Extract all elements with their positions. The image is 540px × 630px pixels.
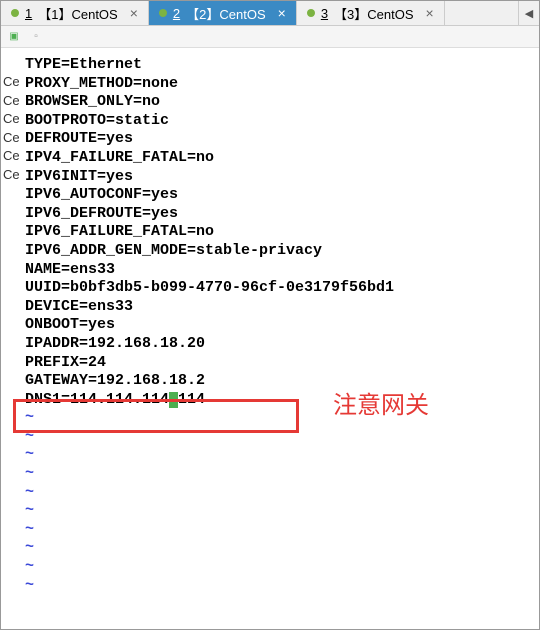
tab-scroll-left-icon[interactable]: ◀	[519, 1, 539, 25]
vim-tilde: ~	[25, 484, 537, 503]
config-line: PROXY_METHOD=none	[25, 75, 537, 94]
gutter-labels: Ce Ce Ce Ce Ce Ce	[1, 73, 20, 185]
tab-2[interactable]: 2 【2】CentOS ×	[149, 1, 297, 25]
config-line-cursor: DNS1=114.114.114.114	[25, 391, 537, 410]
vim-tilde: ~	[25, 539, 537, 558]
config-line: PREFIX=24	[25, 354, 537, 373]
close-icon[interactable]: ×	[426, 5, 434, 21]
status-dot-icon	[11, 9, 19, 17]
toolbar-icon[interactable]: ▫	[27, 28, 45, 46]
config-line: IPV6INIT=yes	[25, 168, 537, 187]
tab-label: 【3】CentOS	[334, 4, 413, 23]
config-line: IPADDR=192.168.18.20	[25, 335, 537, 354]
tab-3[interactable]: 3 【3】CentOS ×	[297, 1, 445, 25]
gutter-label: Ce	[1, 73, 20, 92]
toolbar-folder-icon[interactable]: ▣	[5, 28, 23, 46]
close-icon[interactable]: ×	[130, 5, 138, 21]
tab-label: 【1】CentOS	[38, 4, 117, 23]
vim-tilde: ~	[25, 465, 537, 484]
tab-1[interactable]: 1 【1】CentOS ×	[1, 1, 149, 25]
config-line: IPV6_DEFROUTE=yes	[25, 205, 537, 224]
gutter-label: Ce	[1, 129, 20, 148]
config-line: TYPE=Ethernet	[25, 56, 537, 75]
config-line: UUID=b0bf3db5-b099-4770-96cf-0e3179f56bd…	[25, 279, 537, 298]
config-line: DEFROUTE=yes	[25, 130, 537, 149]
toolbar: ▣ ▫	[1, 26, 539, 48]
vim-tilde: ~	[25, 409, 537, 428]
annotation-text: 注意网关	[333, 385, 429, 420]
config-line: ONBOOT=yes	[25, 316, 537, 335]
config-line: IPV6_ADDR_GEN_MODE=stable-privacy	[25, 242, 537, 261]
vim-tilde: ~	[25, 558, 537, 577]
config-line: IPV6_FAILURE_FATAL=no	[25, 223, 537, 242]
vim-tilde: ~	[25, 502, 537, 521]
close-icon[interactable]: ×	[278, 5, 286, 21]
vim-tilde: ~	[25, 521, 537, 540]
gutter-label: Ce	[1, 147, 20, 166]
status-dot-icon	[307, 9, 315, 17]
config-line: IPV4_FAILURE_FATAL=no	[25, 149, 537, 168]
tab-num: 3	[321, 6, 328, 21]
tab-label: 【2】CentOS	[186, 4, 265, 23]
config-line: DEVICE=ens33	[25, 298, 537, 317]
vim-tilde: ~	[25, 446, 537, 465]
tab-num: 2	[173, 6, 180, 21]
config-line: NAME=ens33	[25, 261, 537, 280]
config-line-gateway: GATEWAY=192.168.18.2	[25, 372, 537, 391]
gutter-label: Ce	[1, 110, 20, 129]
vim-tilde: ~	[25, 577, 537, 596]
config-line: BROWSER_ONLY=no	[25, 93, 537, 112]
cursor-icon	[169, 392, 178, 408]
editor-content[interactable]: TYPE=Ethernet PROXY_METHOD=none BROWSER_…	[19, 48, 537, 627]
config-line: BOOTPROTO=static	[25, 112, 537, 131]
gutter-label: Ce	[1, 166, 20, 185]
tab-num: 1	[25, 6, 32, 21]
tab-bar: 1 【1】CentOS × 2 【2】CentOS × 3 【3】CentOS …	[1, 1, 539, 26]
status-dot-icon	[159, 9, 167, 17]
vim-tilde: ~	[25, 428, 537, 447]
config-line: IPV6_AUTOCONF=yes	[25, 186, 537, 205]
tab-spacer	[445, 1, 519, 25]
gutter-label: Ce	[1, 92, 20, 111]
